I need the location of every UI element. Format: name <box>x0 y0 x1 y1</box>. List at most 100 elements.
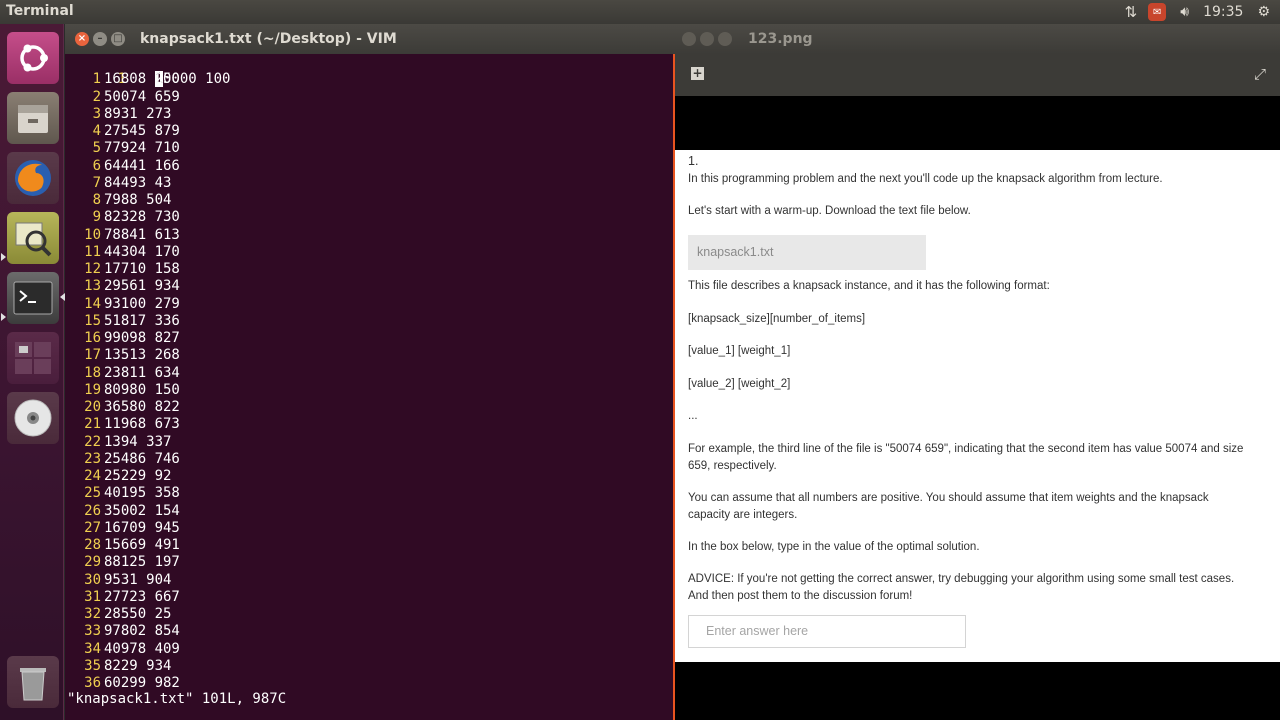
image-viewer-window[interactable]: 123.png + ⤢ 1. In this programming probl… <box>675 24 1280 720</box>
close-icon[interactable]: × <box>75 32 89 46</box>
vim-line[interactable]: 11 44304 170 <box>65 244 180 261</box>
displayed-image: 1. In this programming problem and the n… <box>675 150 1280 662</box>
line-number: 22 <box>84 433 101 450</box>
clock[interactable]: 19:35 <box>1203 2 1243 22</box>
vim-line[interactable]: 1 16808 250 <box>65 71 180 88</box>
vim-line[interactable]: 24 25229 92 <box>65 468 171 485</box>
vim-line[interactable]: 18 23811 634 <box>65 365 180 382</box>
vim-line[interactable]: 15 51817 336 <box>65 313 180 330</box>
vim-line[interactable]: 30 9531 904 <box>65 572 171 589</box>
vim-line[interactable]: 19 80980 150 <box>65 382 180 399</box>
vim-line[interactable]: 6 64441 166 <box>65 158 180 175</box>
vim-line[interactable]: 33 97802 854 <box>65 623 180 640</box>
line-text: 27545 879 <box>104 123 180 139</box>
vim-line[interactable]: 22 1394 337 <box>65 434 171 451</box>
advice-paragraph: ADVICE: If you're not getting the correc… <box>688 573 1235 602</box>
viewer-window-title: 123.png <box>748 31 813 47</box>
viewer-titlebar[interactable]: 123.png <box>675 24 1280 54</box>
vim-line[interactable]: 26 35002 154 <box>65 503 180 520</box>
line-text: 35002 154 <box>104 502 180 519</box>
vim-line[interactable]: 36 60299 982 <box>65 675 180 692</box>
line-number: 31 <box>84 588 101 605</box>
vim-line[interactable]: 21 11968 673 <box>65 416 180 433</box>
line-text: 44304 170 <box>104 243 180 260</box>
line-text: 13513 268 <box>104 347 180 364</box>
vim-line[interactable]: 10 78841 613 <box>65 227 180 244</box>
vim-line[interactable]: 28 15669 491 <box>65 537 180 554</box>
vim-line[interactable]: 23 25486 746 <box>65 451 180 468</box>
line-text: 28550 25 <box>104 606 172 622</box>
vim-line[interactable]: 12 17710 158 <box>65 261 180 278</box>
dvd-icon[interactable] <box>7 392 59 444</box>
vim-line[interactable]: 27 16709 945 <box>65 520 180 537</box>
minimize-icon[interactable]: – <box>93 32 107 46</box>
vim-line[interactable]: 4 27545 879 <box>65 123 180 140</box>
ubuntu-dash-icon[interactable] <box>7 32 59 84</box>
vim-line[interactable]: 35 8229 934 <box>65 658 171 675</box>
line-number: 16 <box>84 330 101 346</box>
vim-line[interactable]: 32 28550 25 <box>65 606 171 623</box>
line-number: 28 <box>84 537 101 553</box>
line-text: 40978 409 <box>104 640 180 657</box>
vim-line[interactable]: 16 99098 827 <box>65 330 180 347</box>
line-number: 10 <box>84 226 101 243</box>
vim-line[interactable]: 31 27723 667 <box>65 589 180 606</box>
line-text: 64441 166 <box>104 157 180 174</box>
file-download-link: knapsack1.txt <box>688 235 926 270</box>
line-text: 17710 158 <box>104 261 180 277</box>
line-number: 34 <box>84 640 101 657</box>
vim-line[interactable]: 25 40195 358 <box>65 485 180 502</box>
line-number: 30 <box>84 571 101 588</box>
vim-line[interactable]: 29 88125 197 <box>65 554 180 571</box>
volume-icon[interactable]: 🔊︎ <box>1180 2 1189 22</box>
vim-line[interactable]: 13 29561 934 <box>65 278 180 295</box>
line-text: 88125 197 <box>104 554 180 571</box>
question-number: 1. <box>688 154 699 168</box>
gear-icon[interactable]: ⚙ <box>1257 2 1270 22</box>
line-text: 78841 613 <box>104 226 180 243</box>
maximize-icon[interactable] <box>718 32 732 46</box>
line-text: 97802 854 <box>104 623 180 640</box>
line-number: 12 <box>84 261 101 277</box>
close-icon[interactable] <box>682 32 696 46</box>
vim-line[interactable]: 34 40978 409 <box>65 641 180 658</box>
vim-line[interactable]: 5 77924 710 <box>65 140 180 157</box>
running-indicator-icon <box>1 313 6 321</box>
vim-line[interactable]: 17 13513 268 <box>65 347 180 364</box>
line-text: 51817 336 <box>104 312 180 329</box>
vim-line[interactable]: 2 50074 659 <box>65 89 180 106</box>
network-arrows-icon[interactable]: ⇅ <box>1125 2 1137 22</box>
workspaces-icon[interactable] <box>7 332 59 384</box>
format-line: [value_1] [weight_1] <box>688 345 791 357</box>
notification-app-icon[interactable]: ✉ <box>1148 3 1167 21</box>
vim-line[interactable]: 3 8931 273 <box>65 106 172 123</box>
format-line: [knapsack_size][number_of_items] <box>688 313 866 325</box>
vim-line[interactable]: 8 7988 504 <box>65 192 172 209</box>
files-icon[interactable] <box>7 92 59 144</box>
line-text: 25486 746 <box>104 450 180 467</box>
image-viewer-icon[interactable] <box>7 212 59 264</box>
vim-line[interactable]: 14 93100 279 <box>65 296 180 313</box>
line-number: 36 <box>84 675 101 691</box>
line-text: 7988 504 <box>104 192 172 208</box>
vim-line[interactable]: 9 82328 730 <box>65 209 180 226</box>
terminal-icon[interactable] <box>7 272 59 324</box>
vim-titlebar[interactable]: × – □ knapsack1.txt (~/Desktop) - VIM <box>65 24 675 54</box>
vim-window[interactable]: × – □ knapsack1.txt (~/Desktop) - VIM 11… <box>65 24 675 720</box>
line-number: 17 <box>84 347 101 364</box>
vim-line[interactable]: 20 36580 822 <box>65 399 180 416</box>
line-number: 11 <box>84 243 101 260</box>
fullscreen-icon[interactable]: ⤢ <box>1254 65 1266 83</box>
trash-icon[interactable] <box>7 656 59 708</box>
vim-editor[interactable]: 1 10000 100 1 16808 250 2 50074 659 3 8931 273… <box>65 54 673 720</box>
line-text: 36580 822 <box>104 399 180 415</box>
box-instruction: In the box below, type in the value of t… <box>688 541 980 553</box>
line-number: 8 <box>92 192 101 208</box>
maximize-icon[interactable]: □ <box>111 32 125 46</box>
add-icon[interactable]: + <box>691 67 704 80</box>
line-number: 23 <box>84 450 101 467</box>
vim-line[interactable]: 1 10000 100 <box>65 54 230 87</box>
vim-line[interactable]: 7 84493 43 <box>65 175 172 192</box>
minimize-icon[interactable] <box>700 32 714 46</box>
firefox-icon[interactable] <box>7 152 59 204</box>
